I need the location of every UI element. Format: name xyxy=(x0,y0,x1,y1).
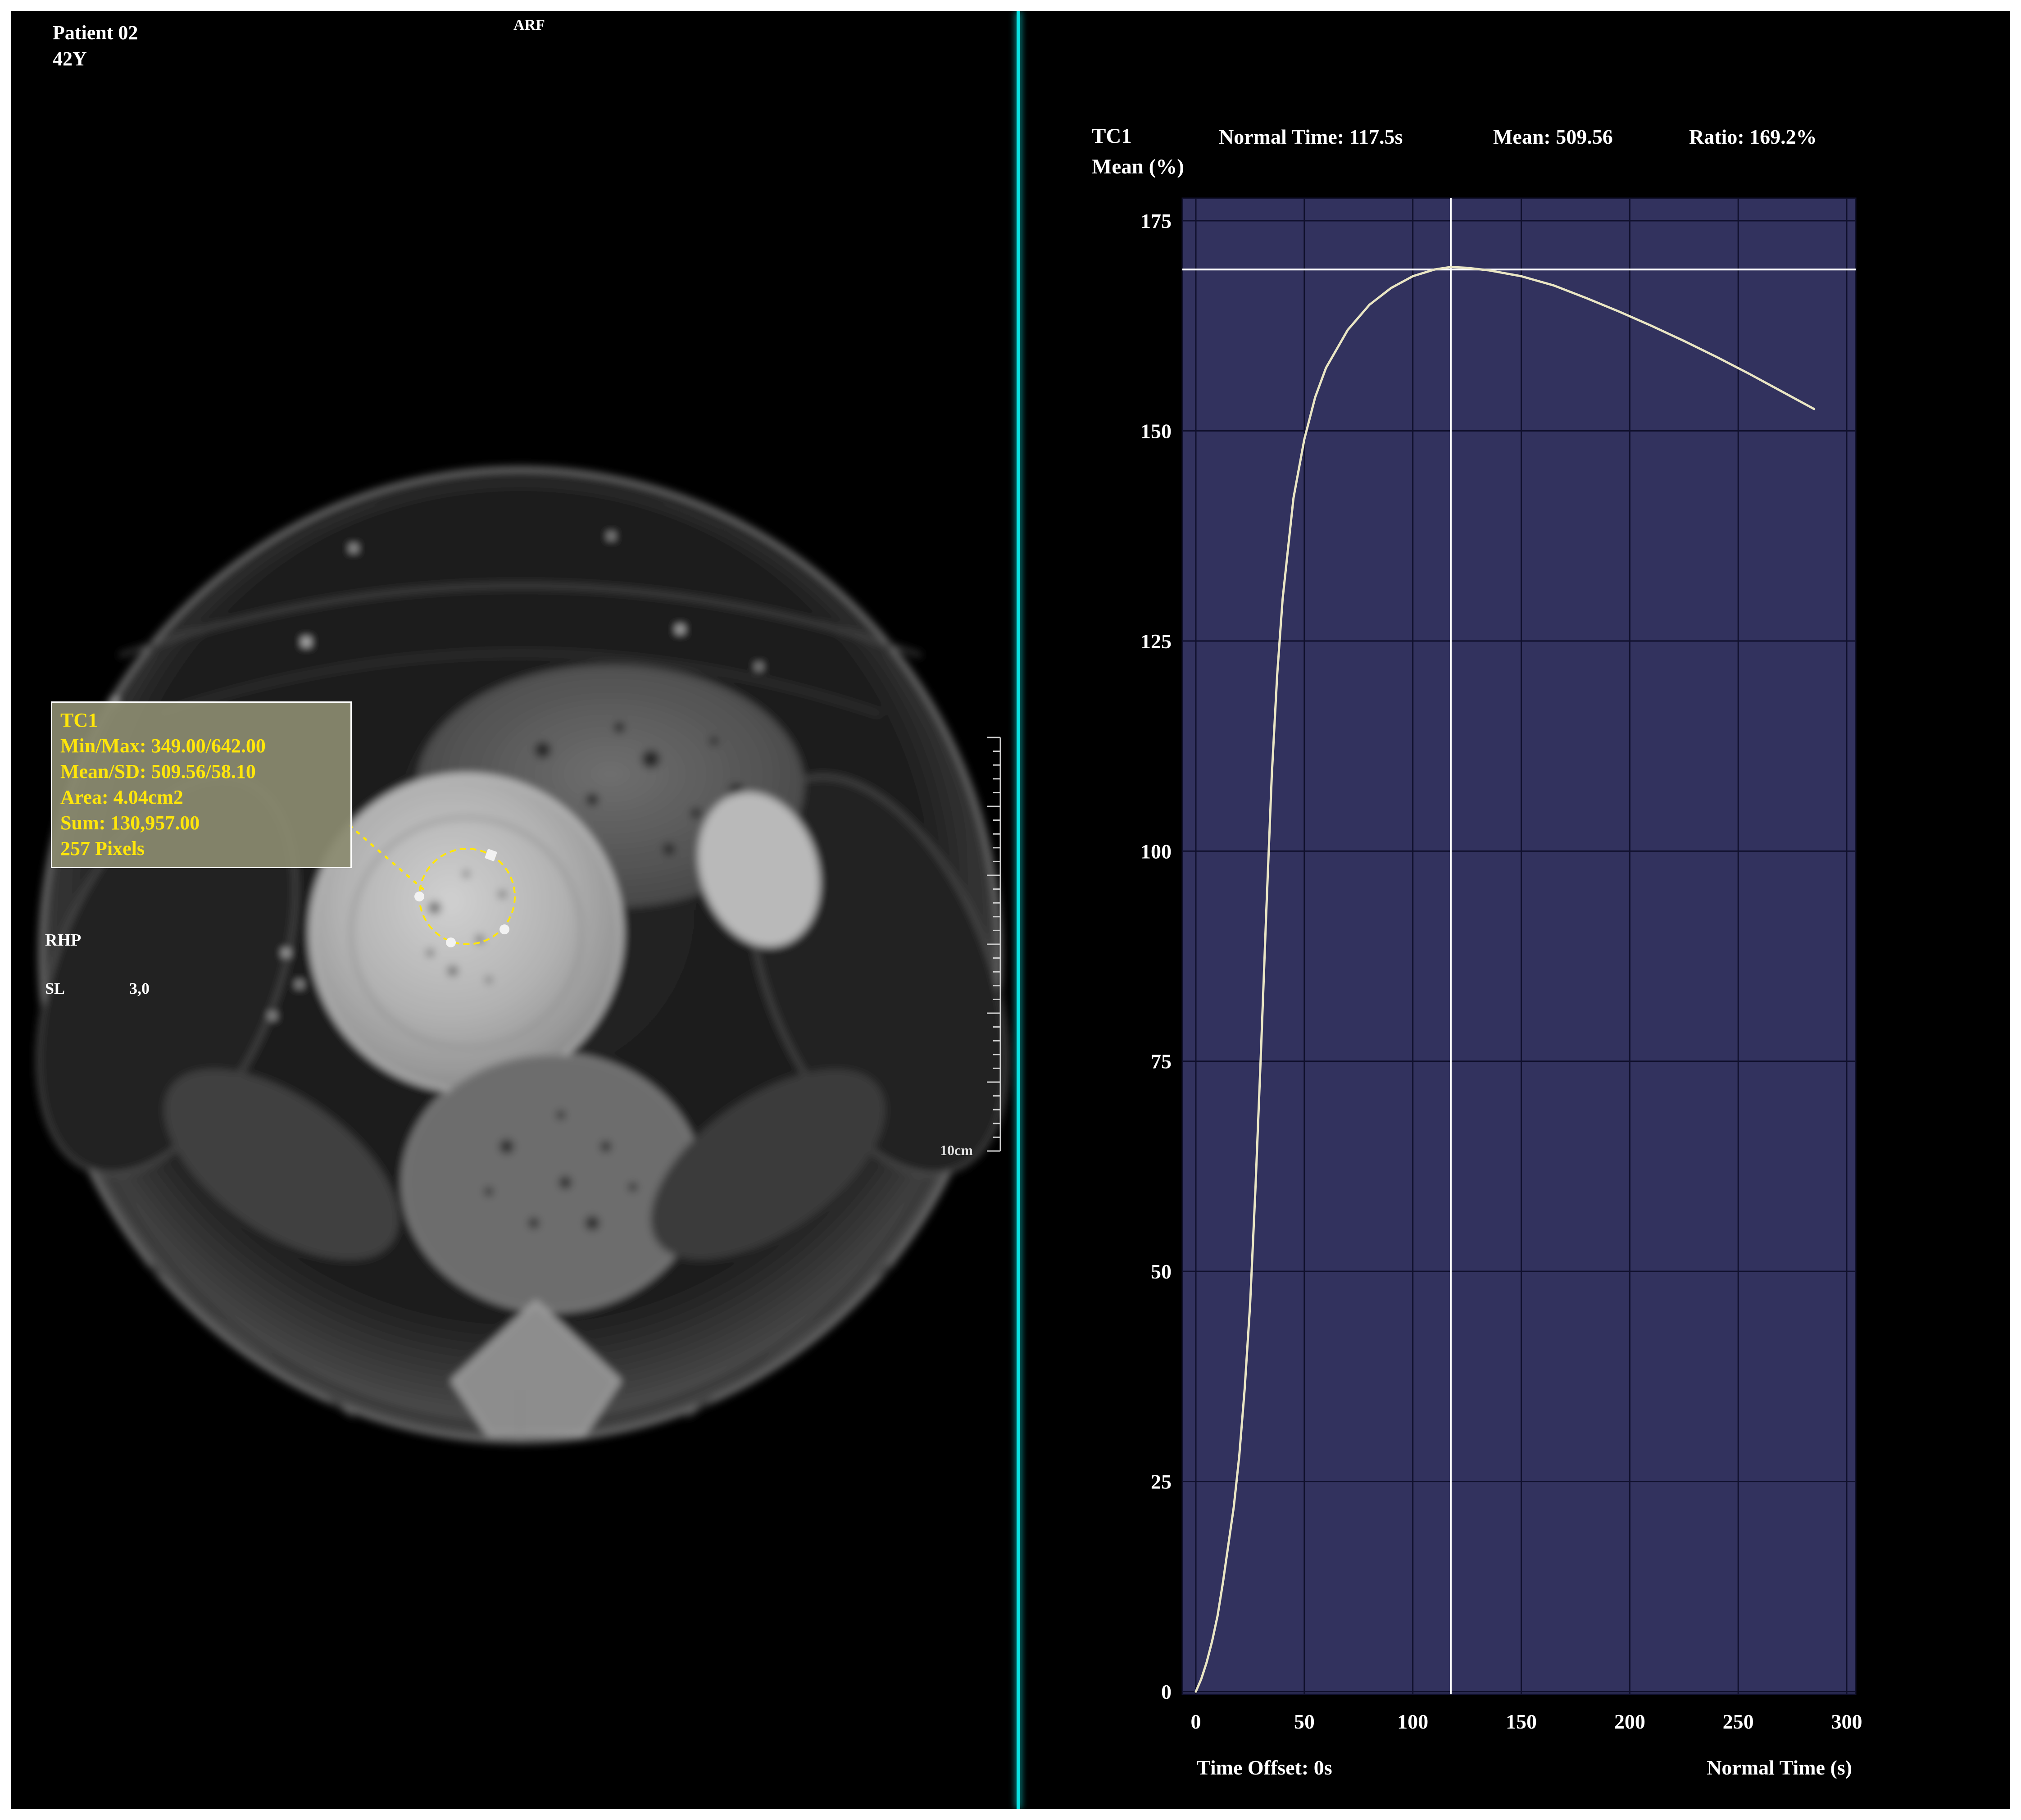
x-tick-label: 150 xyxy=(1506,1710,1537,1733)
time-intensity-chart[interactable]: 0 25 50 75 100 125 150 175 0 50 100 150 200 250 300 xyxy=(1020,11,2010,1809)
panel-divider xyxy=(1017,11,1020,1809)
x-axis-title: Normal Time (s) xyxy=(1707,1756,1852,1779)
orientation-marker-top: ARF xyxy=(513,17,545,33)
x-tick-label: 300 xyxy=(1831,1710,1862,1733)
stat-mean: Mean: 509.56 xyxy=(1493,125,1613,148)
curve-name-label: TC1 xyxy=(1092,124,1132,148)
y-tick-label: 25 xyxy=(1151,1470,1172,1493)
stat-normal-time: Normal Time: 117.5s xyxy=(1219,125,1403,148)
x-tick-label: 200 xyxy=(1614,1710,1645,1733)
roi-stats-pixels: 257 Pixels xyxy=(60,837,145,860)
x-tick-label: 50 xyxy=(1294,1710,1315,1733)
mri-axial-pelvis-illustration xyxy=(36,467,1008,1443)
slice-label: SL xyxy=(45,979,65,997)
ruler-label: 10cm xyxy=(940,1142,973,1158)
y-tick-label: 75 xyxy=(1151,1050,1172,1073)
roi-stats-box[interactable]: TC1 Min/Max: 349.00/642.00 Mean/SD: 509.… xyxy=(51,701,352,868)
y-tick-label: 150 xyxy=(1140,419,1172,442)
roi-stats-title: TC1 xyxy=(60,709,98,731)
y-tick-label: 125 xyxy=(1140,630,1172,653)
y-tick-label: 175 xyxy=(1140,209,1172,232)
roi-stats-area: Area: 4.04cm2 xyxy=(60,786,183,808)
y-axis-title: Mean (%) xyxy=(1092,155,1184,178)
plot-area[interactable] xyxy=(1181,197,1857,1695)
y-tick-label: 0 xyxy=(1161,1680,1172,1703)
viewer-window: Patient 02 42Y ARF RHP SL 3,0 10cm TC1 M… xyxy=(11,11,2010,1809)
x-tick-label: 250 xyxy=(1723,1710,1754,1733)
roi-handle-s[interactable] xyxy=(446,937,456,947)
roi-stats-minmax: Min/Max: 349.00/642.00 xyxy=(60,735,266,757)
roi-stats-meansd: Mean/SD: 509.56/58.10 xyxy=(60,760,256,783)
patient-id: Patient 02 xyxy=(53,22,138,44)
mri-viewport[interactable] xyxy=(11,11,1017,1809)
curve-panel: 0 25 50 75 100 125 150 175 0 50 100 150 200 250 300 TC… xyxy=(1020,11,2010,1809)
roi-handle-w[interactable] xyxy=(414,892,424,901)
patient-age: 42Y xyxy=(53,48,87,70)
roi-handle-e[interactable] xyxy=(500,924,509,934)
x-tick-label: 100 xyxy=(1397,1710,1428,1733)
slice-thickness-value: 3,0 xyxy=(129,979,150,997)
stat-ratio: Ratio: 169.2% xyxy=(1689,125,1817,148)
orientation-marker-left: RHP xyxy=(45,931,82,950)
time-offset-label: Time Offset: 0s xyxy=(1197,1756,1332,1779)
y-tick-label: 50 xyxy=(1151,1260,1172,1283)
roi-stats-sum: Sum: 130,957.00 xyxy=(60,812,200,834)
mri-panel: Patient 02 42Y ARF RHP SL 3,0 10cm TC1 M… xyxy=(11,11,1017,1809)
x-tick-label: 0 xyxy=(1191,1710,1201,1733)
y-tick-label: 100 xyxy=(1140,840,1172,863)
